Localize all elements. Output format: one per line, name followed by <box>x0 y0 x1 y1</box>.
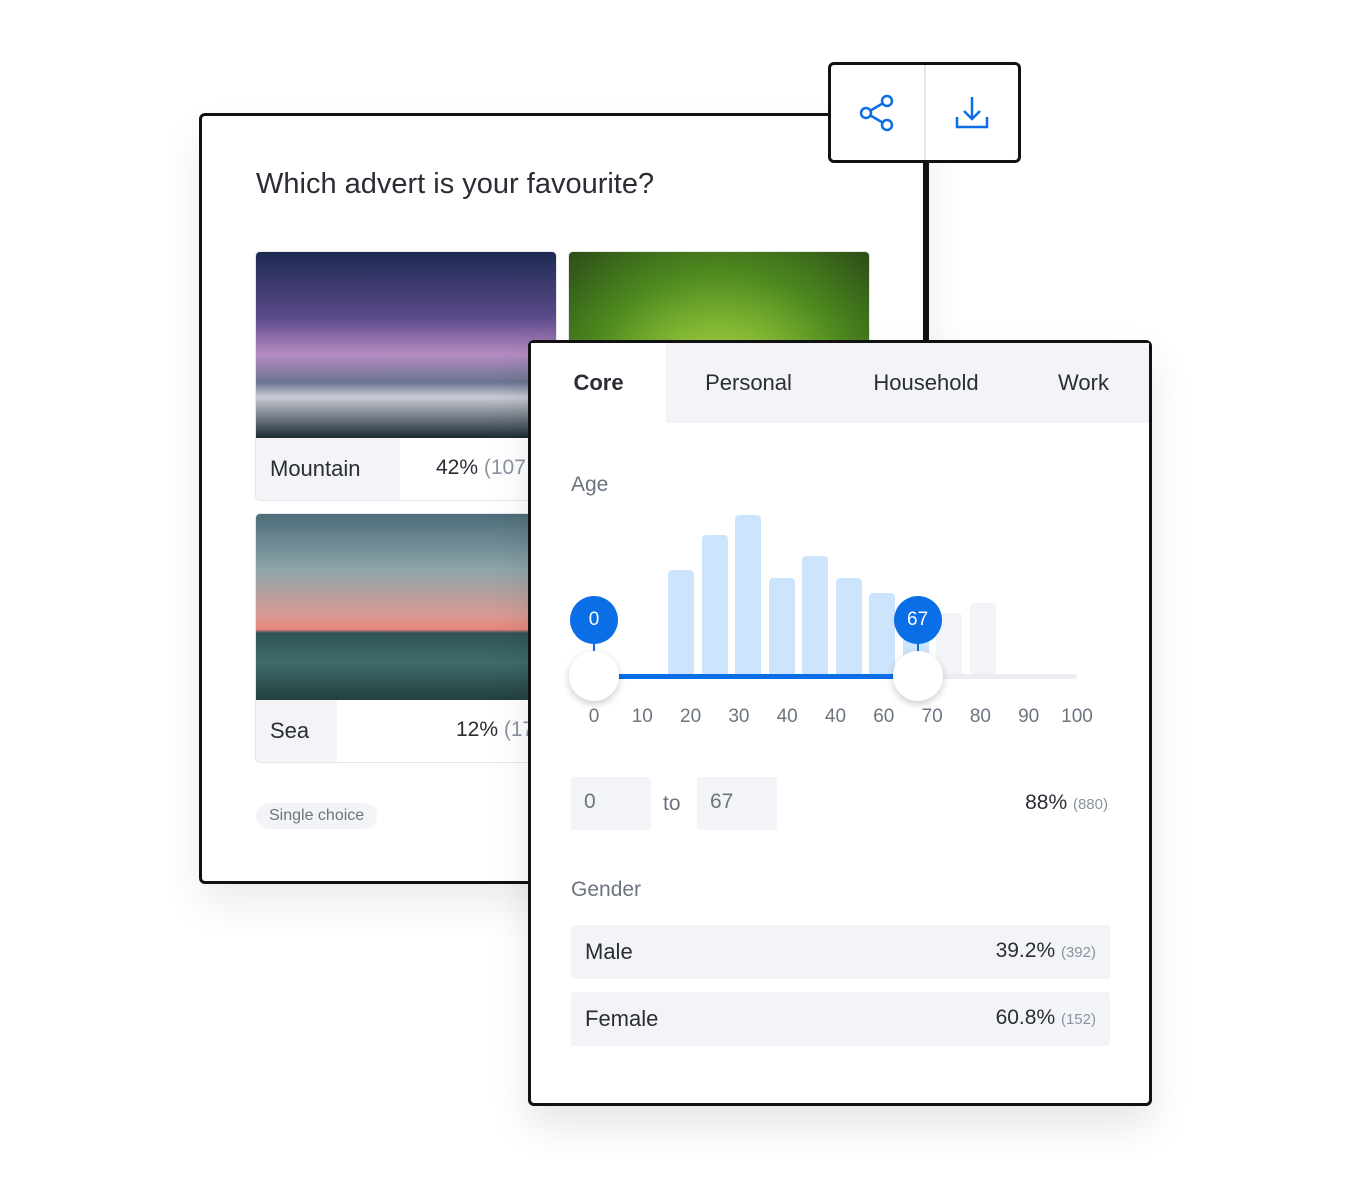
option-name: Mountain <box>270 456 361 481</box>
sea-image <box>256 514 556 700</box>
min-value-bubble: 0 <box>570 596 618 644</box>
age-tick-label: 0 <box>588 706 600 727</box>
gender-count: (152) <box>1060 1011 1096 1028</box>
age-tick-label: 30 <box>728 706 750 727</box>
age-count: (880) <box>1072 796 1108 813</box>
age-to-input[interactable]: 67 <box>697 777 777 830</box>
gender-label: Gender <box>571 878 642 901</box>
tab-bar: Core Personal Household Work <box>531 343 1149 423</box>
download-button[interactable] <box>923 65 1019 160</box>
histogram-bar <box>869 593 895 676</box>
toolbar <box>828 62 1021 163</box>
min-age-handle[interactable] <box>569 651 619 701</box>
gender-percent: 60.8% <box>995 1006 1056 1029</box>
gender-count: (392) <box>1060 944 1096 961</box>
tab-personal[interactable]: Personal <box>666 343 831 423</box>
download-icon <box>955 96 988 128</box>
age-from-input[interactable]: 0 <box>571 777 651 830</box>
age-tick-label: 80 <box>969 706 991 727</box>
option-percent: 42% <box>436 456 479 479</box>
option-name: Sea <box>270 718 310 743</box>
age-percent: 88% <box>1025 791 1068 814</box>
mountain-image <box>256 252 556 438</box>
age-tick-label: 90 <box>1018 706 1040 727</box>
age-tick-label: 20 <box>680 706 702 727</box>
share-button[interactable] <box>831 65 924 160</box>
age-tick-label: 100 <box>1061 706 1093 727</box>
gender-percent: 39.2% <box>995 939 1056 962</box>
age-tick-label: 70 <box>921 706 943 727</box>
gender-row-male: Male 39.2% (392) <box>571 925 1110 979</box>
age-tick-label: 40 <box>824 706 847 727</box>
option-mountain[interactable]: Mountain 42% (107 <box>255 251 557 501</box>
range-to-label: to <box>663 792 681 815</box>
tab-household[interactable]: Household <box>831 343 1021 423</box>
question-title: Which advert is your favourite? <box>256 168 655 200</box>
gender-row-female: Female 60.8% (152) <box>571 992 1110 1046</box>
share-icon <box>860 94 894 131</box>
age-label: Age <box>571 473 609 496</box>
max-age-handle[interactable] <box>892 651 943 701</box>
age-tick-label: 60 <box>873 706 895 727</box>
gender-name: Male <box>585 939 633 964</box>
age-tick-label: 40 <box>776 706 798 727</box>
histogram-bar <box>835 578 862 676</box>
tab-work[interactable]: Work <box>1021 343 1146 423</box>
age-slider-range <box>594 674 918 679</box>
option-percent: 12% <box>456 718 499 741</box>
option-forest[interactable] <box>568 251 870 351</box>
option-sea[interactable]: Sea 12% (17 <box>255 513 557 763</box>
question-type-chip: Single choice <box>256 803 378 829</box>
gender-name: Female <box>585 1006 659 1031</box>
age-tick-label: 10 <box>631 706 653 727</box>
max-value-bubble: 67 <box>893 596 942 644</box>
histogram-bar <box>802 556 828 676</box>
option-count: (107 <box>483 456 526 479</box>
histogram-bar <box>668 570 694 676</box>
histogram-bar <box>735 515 761 676</box>
histogram-bar <box>969 603 996 676</box>
connector-line <box>923 163 926 343</box>
tab-core[interactable]: Core <box>531 343 666 423</box>
forest-image <box>569 252 869 350</box>
histogram-bar <box>701 535 728 676</box>
histogram-bar <box>768 578 795 676</box>
